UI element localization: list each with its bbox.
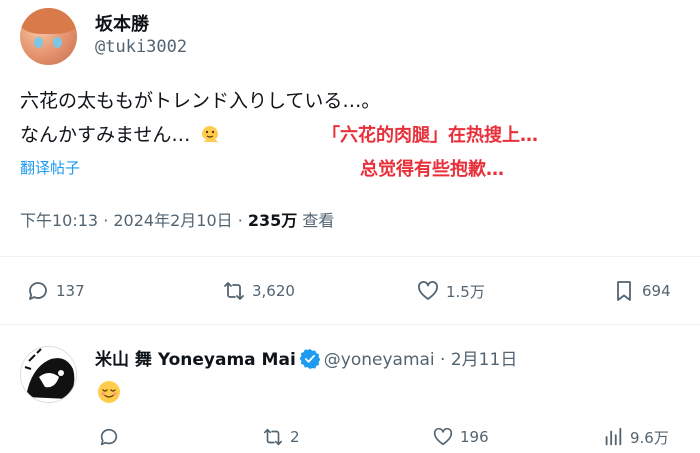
- retweet-count: 3,620: [252, 282, 295, 300]
- avatar-eye-left: [34, 37, 43, 48]
- divider: [0, 324, 700, 325]
- avatar-hair-shape: [20, 8, 77, 34]
- author-name[interactable]: 坂本勝: [95, 10, 149, 36]
- bookmark-count: 694: [642, 282, 671, 300]
- views-chart-icon: [605, 427, 622, 446]
- reply-count: 137: [56, 282, 85, 300]
- tweet-text-line2-text: なんかすみません…: [20, 124, 191, 146]
- reply-icon: [100, 428, 118, 446]
- reply-button[interactable]: 137: [26, 279, 85, 303]
- reply-avatar-illustration: [21, 347, 76, 402]
- reply-icon: [29, 282, 47, 300]
- reply-views-count: 9.6万: [630, 428, 669, 447]
- tweet-text-line2: なんかすみません…: [20, 120, 222, 147]
- overlay-caption-line2: 总觉得有些抱歉…: [360, 159, 504, 180]
- views-label: 查看: [297, 211, 335, 230]
- reply-retweet-count: 2: [290, 428, 300, 446]
- author-avatar[interactable]: [20, 8, 77, 65]
- like-count: 1.5万: [446, 282, 485, 301]
- reply-author-name[interactable]: 米山 舞 Yoneyama Mai: [95, 350, 296, 370]
- retweet-icon: [224, 282, 244, 300]
- verified-badge-icon: [299, 349, 320, 369]
- relieved-face-emoji-icon: [98, 381, 120, 403]
- retweet-button[interactable]: 3,620: [222, 279, 295, 303]
- translate-post-link[interactable]: 翻译帖子: [20, 157, 80, 178]
- heart-icon: [433, 427, 453, 446]
- divider: [0, 256, 700, 257]
- reply-author-avatar[interactable]: [20, 346, 77, 403]
- reply-retweet-button[interactable]: 2: [262, 426, 300, 448]
- tweet-text-line1: 六花の太ももがトレンド入りしている…。: [20, 90, 381, 112]
- views-count: 235万: [247, 211, 298, 230]
- heart-icon: [418, 281, 438, 300]
- tweet-meta: 下午10:13 · 2024年2月10日 · 235万 查看: [20, 207, 334, 231]
- overlay-caption-line1: 「六花的肉腿」在热搜上…: [322, 125, 538, 146]
- reply-author-handle-date[interactable]: @yoneyamai · 2月11日: [324, 350, 518, 370]
- reply-like-count: 196: [460, 428, 489, 446]
- bookmark-button[interactable]: 694: [612, 279, 671, 303]
- tweet-timestamp[interactable]: 下午10:13 · 2024年2月10日 ·: [20, 211, 248, 230]
- bookmark-icon: [617, 281, 631, 301]
- reply-like-button[interactable]: 196: [432, 426, 489, 448]
- melting-face-emoji-icon: [202, 126, 221, 142]
- like-button[interactable]: 1.5万: [416, 279, 485, 303]
- avatar-eye-right: [53, 37, 62, 48]
- author-handle[interactable]: @tuki3002: [95, 37, 187, 57]
- retweet-icon: [263, 428, 283, 446]
- reply-reply-button[interactable]: [98, 426, 126, 448]
- reply-header: 米山 舞 Yoneyama Mai @yoneyamai · 2月11日: [95, 345, 517, 370]
- reply-views-button[interactable]: 9.6万: [602, 426, 669, 448]
